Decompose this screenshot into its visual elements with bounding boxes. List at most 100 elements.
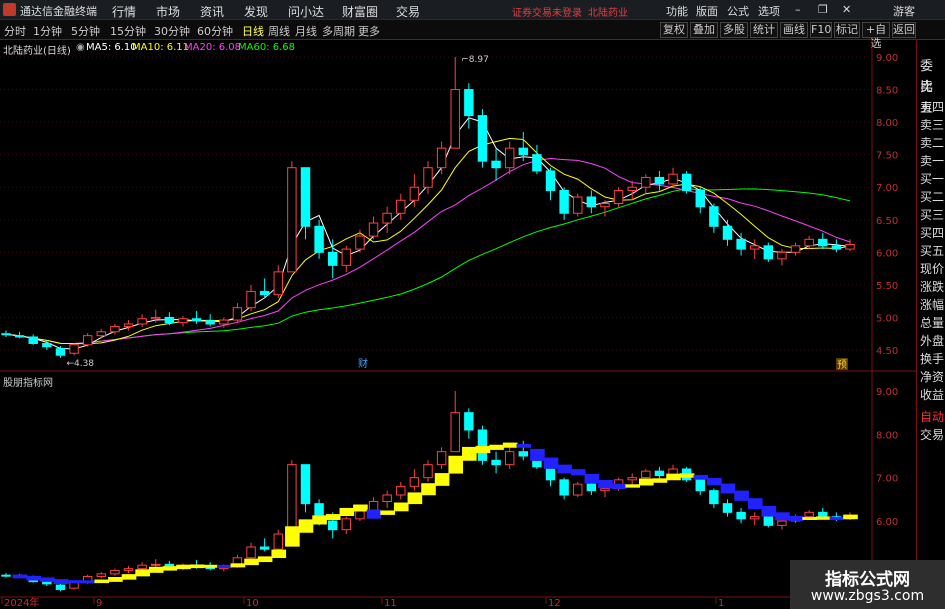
kline-chart[interactable]: ⌐8.97 ←4.38 9.00 8.50 8.00 7.50 7.00 6.50 6.00 5… [0,0,916,609]
candle-body [382,212,392,224]
quote-sell3[interactable]: 卖三 [917,116,945,134]
band-rise [176,564,191,570]
x-tick-label: 10 [246,598,259,609]
sub-candle-body [300,464,311,505]
band-fall [366,509,382,519]
candle-body [749,245,760,250]
quote-buy5[interactable]: 买五 [917,242,945,260]
quote-panel: 委比 卖五 卖四 卖三 卖二 卖一 买一 买二 买三 买四 买五 现价 涨跌 涨… [916,40,945,609]
sub-candle-body [627,477,637,481]
quote-buy3[interactable]: 买三 [917,206,945,224]
band-rise [815,516,831,520]
candle-body [491,160,501,169]
band-rise [475,445,491,454]
sub-candle-body [423,464,433,479]
candle-body [246,290,256,309]
band-rise [462,446,477,461]
candle-body [42,342,52,348]
sub-candle-body [641,470,651,479]
quote-change[interactable]: 涨跌 [917,278,945,296]
sub-candle-body [327,520,338,531]
band-rise [189,564,205,569]
sub-y-tick-label: 8.00 [876,430,898,441]
band-fall [40,577,55,582]
sub-candle-body [654,470,665,476]
sub-candle-body [722,503,733,513]
band-rise [434,473,450,486]
band-rise [380,510,395,515]
band-rise [108,576,123,582]
band-rise [325,514,341,520]
sub-candle-body [368,501,379,511]
sub-candle-body [396,485,406,496]
quote-weibi[interactable]: 委比 [917,56,945,95]
candle-body [790,245,801,253]
sub-y-tick-label: 7.00 [876,474,898,485]
sub-indicator [1,391,858,592]
band-rise [285,526,300,547]
y-tick-label: 8.00 [876,118,898,129]
x-tick-label: 12 [548,598,561,609]
candle-body [368,222,379,237]
quote-eps[interactable]: 收益 [917,386,945,404]
x-tick-label: 2024年 [4,596,39,609]
sub-candle-body [709,490,719,505]
y-tick-label: 8.50 [876,86,898,97]
band-fall [611,483,627,489]
band-rise [407,492,423,505]
band-rise [652,478,668,483]
sub-candle-body [55,584,66,590]
sub-candle-body [749,516,760,520]
quote-buy4[interactable]: 买四 [917,224,945,242]
quote-sell1[interactable]: 卖一 [917,152,945,170]
band-rise [135,569,150,577]
band-fall [516,444,532,448]
quote-sell4[interactable]: 卖四 [917,98,945,116]
sub-y-labels: 9.008.007.006.0014:5614:5614:5614:5614:5… [876,387,898,528]
candle-body [709,206,719,227]
quote-change-pct[interactable]: 涨幅 [917,296,945,314]
quote-buy2[interactable]: 买二 [917,188,945,206]
y-tick-label: 5.00 [876,313,898,324]
band-fall [775,512,790,521]
sub-candle-body [273,533,283,550]
band-fall [530,448,545,461]
band-rise [393,502,409,512]
trade-label[interactable]: 交易 [917,426,945,444]
candle-body [409,186,420,201]
auto-label[interactable]: 自动 [917,408,945,426]
sub-candle-body [763,516,774,526]
candle-body [545,170,556,191]
band-rise [489,444,504,450]
quote-turnover[interactable]: 换手 [917,350,945,368]
quote-outer[interactable]: 外盘 [917,332,945,350]
forecast-marker[interactable]: 预 [837,359,847,371]
candle-body [831,245,842,250]
y-tick-label: 9.00 [876,53,898,64]
y-tick-label: 4.50 [876,346,898,357]
y-tick-label: 7.00 [876,183,898,194]
sub-candle-body [409,477,420,487]
quote-net-asset[interactable]: 净资 [917,368,945,386]
candle-body [327,251,338,266]
candle-body [69,344,79,354]
band-rise [639,478,654,486]
quote-buy1[interactable]: 买一 [917,170,945,188]
candle-body [219,319,229,325]
sub-candle-body [123,568,134,571]
y-tick-label: 6.00 [876,248,898,259]
band-fall [80,580,96,584]
candle-body [178,318,188,324]
candle-body [613,189,624,205]
band-fall [788,515,804,522]
fin-marker[interactable]: 财 [358,357,368,370]
quote-volume[interactable]: 总量 [917,314,945,332]
quote-price[interactable]: 现价 [917,260,945,278]
band-rise [94,579,110,584]
candle-body [532,154,542,172]
quote-sell2[interactable]: 卖二 [917,134,945,152]
sub-candle-body [246,546,256,559]
band-fall [557,464,572,474]
low-label: ←4.38 [66,359,94,369]
quote-sell5[interactable]: 卖五 [917,77,945,116]
